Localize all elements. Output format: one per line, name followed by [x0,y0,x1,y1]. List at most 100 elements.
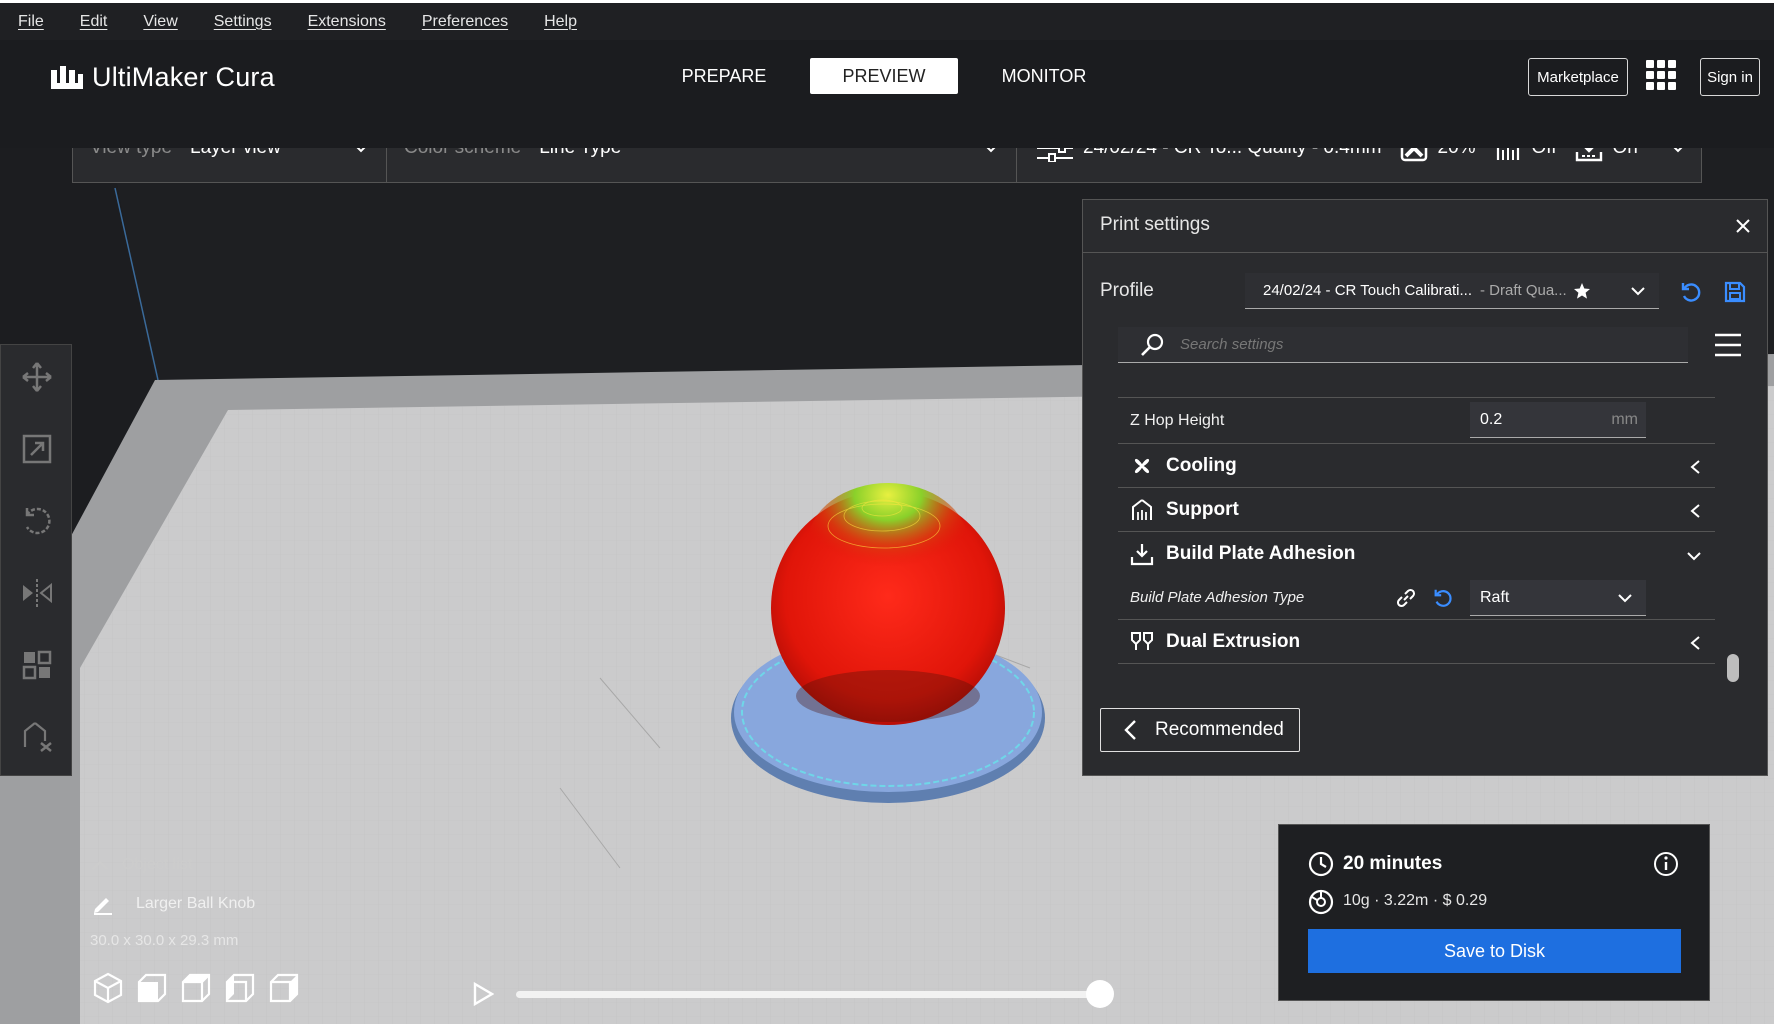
material-estimate: 10g · 3.22m · $ 0.29 [1343,892,1488,909]
recommended-button[interactable]: Recommended [1100,708,1300,752]
fan-icon [1135,458,1149,473]
mirror-icon[interactable] [21,577,53,609]
link-icon[interactable] [1394,586,1418,610]
divider [1083,252,1767,253]
profile-dropdown[interactable]: 24/02/24 - CR Touch Calibrati... - Draft… [1245,273,1659,309]
rotate-icon[interactable] [21,505,53,537]
search-icon [1141,333,1164,356]
chevron-down-icon [1687,552,1701,561]
right-view-icon[interactable] [268,972,300,1004]
menu-edit[interactable]: Edit [80,13,108,31]
marketplace-button[interactable]: Marketplace [1528,58,1628,96]
print-estimate-panel: 20 minutes 10g · 3.22m · $ 0.29 Save to … [1278,824,1710,1001]
profile-summary-text: 24/02/24 - CR To... Quality - 0.4mm [1083,148,1382,159]
color-scheme-value: Line Type [539,148,621,159]
infill-value: 20% [1438,148,1476,159]
chevron-down-icon [356,148,366,153]
list-item [1118,664,1715,690]
list-item [1118,386,1715,398]
view-type-dropdown[interactable]: View type Layer view [73,148,387,182]
support-label: Support [1166,498,1239,520]
z-hop-unit: mm [1611,410,1638,428]
sign-in-button[interactable]: Sign in [1700,58,1760,96]
chevron-down-icon [1673,148,1683,153]
settings-sliders-icon [1037,148,1073,162]
chevron-down-icon [986,148,996,153]
star-icon [1573,282,1590,299]
transform-tools [0,344,72,776]
close-icon[interactable] [1735,218,1751,234]
save-to-disk-button[interactable]: Save to Disk [1308,929,1681,973]
category-build-plate-adhesion[interactable]: Build Plate Adhesion [1118,532,1715,576]
adhesion-type-label: Build Plate Adhesion Type [1130,589,1305,606]
cura-window: File Edit View Settings Extensions Prefe… [0,0,1774,1024]
move-icon[interactable] [21,361,53,393]
category-support[interactable]: Support [1118,488,1715,532]
adhesion-label: Build Plate Adhesion [1166,543,1356,564]
dual-extrusion-label: Dual Extrusion [1166,630,1301,652]
chevron-down-icon [1618,594,1632,603]
profile-quality: - Draft Qua... [1480,282,1567,299]
search-input[interactable]: Search settings [1118,327,1688,363]
tab-prepare[interactable]: PREPARE [650,58,798,94]
reset-icon[interactable] [1432,587,1454,609]
layer-slider-handle[interactable] [1086,980,1114,1008]
color-scheme-dropdown[interactable]: Color scheme Line Type [387,148,1017,182]
3d-viewport[interactable]: View type Layer view Color scheme Line T… [0,148,1774,1024]
print-settings-panel: Print settings Profile 24/02/24 - CR Tou… [1082,199,1768,776]
menu-extensions[interactable]: Extensions [308,13,386,31]
object-name: Larger Ball Knob [136,895,256,912]
front-view-icon[interactable] [136,972,168,1004]
3d-view-icon[interactable] [92,972,124,1004]
layer-slider-track[interactable] [516,991,1100,998]
menu-view[interactable]: View [143,13,177,31]
view-type-value: Layer view [190,148,281,159]
menu-settings[interactable]: Settings [214,13,272,31]
app-header: UltiMaker Cura PREPARE PREVIEW MONITOR M… [0,40,1774,148]
tab-monitor[interactable]: MONITOR [970,58,1118,94]
object-list-label: Object list [122,856,193,873]
z-hop-input[interactable]: 0.2 mm [1470,402,1646,438]
adhesion-type-value: Raft [1480,588,1510,606]
menu-help[interactable]: Help [544,13,577,31]
chevron-up-icon [92,860,108,870]
adhesion-type-dropdown[interactable]: Raft [1470,580,1646,616]
info-icon[interactable] [1653,851,1679,877]
left-view-icon[interactable] [224,972,256,1004]
category-cooling[interactable]: Cooling [1118,444,1715,488]
print-time: 20 minutes [1343,853,1443,874]
adhesion-icon [1575,148,1602,161]
tab-preview[interactable]: PREVIEW [810,58,958,94]
chevron-down-icon [1631,287,1645,296]
pencil-icon [94,898,112,915]
z-hop-value: 0.2 [1480,410,1503,428]
setting-z-hop-height: Z Hop Height 0.2 mm [1118,398,1715,444]
camera-views [92,972,312,1004]
menu-preferences[interactable]: Preferences [422,13,508,31]
category-dual-extrusion[interactable]: Dual Extrusion [1118,620,1715,664]
object-list-toggle[interactable]: Object list [92,856,192,874]
object-item[interactable]: Larger Ball Knob [92,893,255,915]
menu-file[interactable]: File [18,13,44,31]
chevron-left-icon [1690,460,1700,474]
settings-menu-icon[interactable] [1713,332,1743,358]
print-settings-title: Print settings [1100,214,1210,235]
object-dimensions: 30.0 x 30.0 x 29.3 mm [90,932,239,949]
print-setup-summary[interactable]: 24/02/24 - CR To... Quality - 0.4mm 20% … [1017,148,1701,182]
stage-tabs: PREPARE PREVIEW MONITOR [650,58,1130,94]
apps-grid-icon[interactable] [1646,60,1676,90]
play-icon[interactable] [472,982,494,1006]
top-view-icon[interactable] [180,972,212,1004]
clock-icon [1308,851,1334,877]
scale-icon[interactable] [21,433,53,465]
per-model-settings-icon[interactable] [21,649,53,681]
filament-spool-icon [1308,889,1334,915]
setting-adhesion-type: Build Plate Adhesion Type Raft [1118,576,1715,620]
chevron-left-icon [1124,720,1136,740]
settings-scrollbar[interactable] [1727,654,1739,682]
save-profile-icon[interactable] [1723,280,1747,304]
support-blocker-icon[interactable] [21,721,53,753]
ultimaker-logo-icon [51,65,83,89]
reset-icon[interactable] [1679,280,1703,304]
view-type-label: View type [90,148,172,159]
